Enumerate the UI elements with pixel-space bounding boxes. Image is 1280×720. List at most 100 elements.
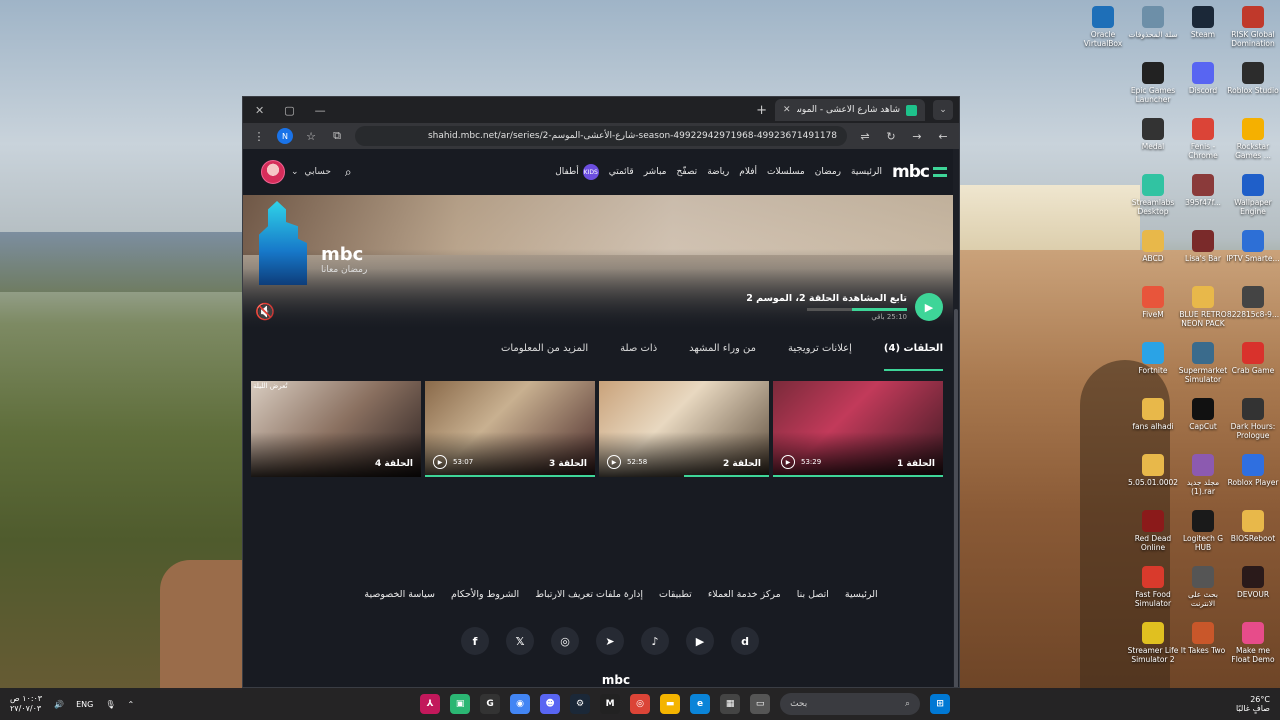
desktop-icon[interactable]: Medal <box>1126 114 1180 151</box>
tab-episodes[interactable]: الحلقات (4) <box>883 343 943 371</box>
telegram-icon[interactable]: ➤ <box>596 627 624 655</box>
nav-home[interactable]: الرئيسية <box>851 167 882 177</box>
footer-link[interactable]: سياسة الخصوصية <box>364 589 435 600</box>
reload-icon[interactable]: ↻ <box>883 130 899 143</box>
play-icon[interactable]: ▶ <box>607 455 621 469</box>
desktop-icon[interactable]: بحث على الانترنت <box>1176 562 1230 608</box>
footer-link[interactable]: الرئيسية <box>845 589 878 600</box>
nav-series[interactable]: مسلسلات <box>767 167 805 177</box>
desktop-icon[interactable]: CapCut <box>1176 394 1230 431</box>
episode-card[interactable]: الحلقة 2 ▶ 52:58 <box>599 381 769 477</box>
taskbar-chrome-profile-icon[interactable]: ◉ <box>510 694 531 714</box>
dailymotion-icon[interactable]: d <box>731 627 759 655</box>
nav-live[interactable]: مباشر <box>644 167 667 177</box>
close-tab-icon[interactable]: ✕ <box>783 105 791 115</box>
language-indicator[interactable]: ENG <box>76 700 93 709</box>
instagram-icon[interactable]: ◎ <box>551 627 579 655</box>
desktop-icon[interactable]: ABCD <box>1126 226 1180 263</box>
desktop-icon[interactable]: Discord <box>1176 58 1230 95</box>
desktop-icon[interactable]: 5.05.01.0002 <box>1126 450 1180 487</box>
desktop-icon[interactable]: سلة المحذوفات <box>1126 2 1180 39</box>
taskbar-search[interactable]: ⌕ بحث <box>780 693 921 715</box>
desktop-icon[interactable]: Lisa's Bar <box>1176 226 1230 263</box>
desktop-icon[interactable]: Steam <box>1176 2 1230 39</box>
tab-search-button[interactable]: ⌄ <box>933 100 953 120</box>
taskbar-discord-icon[interactable]: ☻ <box>540 694 561 714</box>
desktop-icon[interactable]: Supermarket Simulator <box>1176 338 1230 384</box>
play-icon[interactable]: ▶ <box>781 455 795 469</box>
desktop-icon[interactable]: Fenis - Chrome <box>1176 114 1230 160</box>
x-twitter-icon[interactable]: 𝕏 <box>506 627 534 655</box>
back-icon[interactable]: ← <box>935 130 951 143</box>
tiktok-icon[interactable]: ♪ <box>641 627 669 655</box>
footer-link[interactable]: مركز خدمة العملاء <box>708 589 781 600</box>
taskbar-steam-icon[interactable]: ⚙ <box>570 694 591 714</box>
taskbar-chrome-icon[interactable]: ◎ <box>630 694 651 714</box>
clock[interactable]: ١٠:٠٣ ص ٢٧/٠٧/٠٣ <box>10 694 42 714</box>
taskbar-streamlabs-icon[interactable]: ▣ <box>450 694 471 714</box>
desktop-icon[interactable]: Epic Games Launcher <box>1126 58 1180 104</box>
desktop-icon[interactable]: مجلد جديد (1).rar <box>1176 450 1230 496</box>
page-scrollbar[interactable] <box>953 149 959 687</box>
mbc-logo[interactable]: mbc <box>892 162 947 182</box>
close-window-icon[interactable]: ✕ <box>255 104 264 117</box>
desktop-icon[interactable]: Streamer Life Simulator 2 <box>1126 618 1180 664</box>
desktop-icon[interactable]: 822815c8-9... <box>1226 282 1280 319</box>
taskbar-edge-icon[interactable]: e <box>690 694 711 714</box>
desktop-icon[interactable]: Fast Food Simulator <box>1126 562 1180 608</box>
desktop-icon[interactable]: It Takes Two <box>1176 618 1230 655</box>
chevron-up-icon[interactable]: ⌃ <box>127 700 134 709</box>
episode-card[interactable]: الحلقة 1 ▶ 53:29 <box>773 381 943 477</box>
profile-button[interactable]: N <box>277 128 293 144</box>
tab-behind-scenes[interactable]: من وراء المشهد <box>689 343 756 371</box>
footer-link[interactable]: إدارة ملفات تعريف الارتباط <box>535 589 643 600</box>
desktop-icon[interactable]: 395f47f... <box>1176 170 1230 207</box>
taskbar-file-explorer-icon[interactable]: ▬ <box>660 694 681 714</box>
desktop-icon[interactable]: Wallpaper Engine <box>1226 170 1280 216</box>
taskbar-fivem-icon[interactable]: ⅄ <box>420 694 441 714</box>
nav-movies[interactable]: أفلام <box>739 167 757 177</box>
desktop-icon[interactable]: Fortnite <box>1126 338 1180 375</box>
site-settings-icon[interactable]: ⇌ <box>857 130 873 143</box>
microphone-icon[interactable]: 🎙 <box>105 700 115 709</box>
forward-icon[interactable]: → <box>909 130 925 143</box>
desktop-icon[interactable]: BLUE RETRO NEON PACK <box>1176 282 1230 328</box>
desktop-icon[interactable]: FiveM <box>1126 282 1180 319</box>
footer-link[interactable]: الشروط والأحكام <box>451 589 519 600</box>
taskbar-store-icon[interactable]: ▦ <box>720 694 741 714</box>
minimize-window-icon[interactable]: — <box>315 104 326 117</box>
desktop-icon[interactable]: IPTV Smarte... <box>1226 226 1280 263</box>
desktop-icon[interactable]: Oracle VirtualBox <box>1076 2 1130 48</box>
episode-card[interactable]: الحلقة 4 تُعرض الليلة <box>251 381 421 477</box>
start-windows-icon[interactable]: ⊞ <box>930 694 951 714</box>
new-tab-button[interactable]: + <box>756 103 767 118</box>
episode-card[interactable]: الحلقة 3 ▶ 53:07 <box>425 381 595 477</box>
desktop-icon[interactable]: Rockstar Games ... <box>1226 114 1280 160</box>
nav-my-list[interactable]: قائمتي <box>609 167 634 177</box>
footer-link[interactable]: اتصل بنا <box>797 589 829 600</box>
mute-icon[interactable]: 🔇 <box>255 302 275 321</box>
desktop-icon[interactable]: Crab Game <box>1226 338 1280 375</box>
bookmark-star-icon[interactable]: ☆ <box>303 130 319 143</box>
taskbar-medal-icon[interactable]: M <box>600 694 621 714</box>
taskbar-app-icon[interactable]: G <box>480 694 501 714</box>
search-icon[interactable]: ⌕ <box>345 165 352 180</box>
continue-watching[interactable]: ▶ تابع المشاهدة الحلقة 2، الموسم 2 25:10… <box>746 293 943 321</box>
account-menu[interactable]: ⌄ حسابي <box>261 160 331 184</box>
play-icon[interactable]: ▶ <box>433 455 447 469</box>
nav-sports[interactable]: رياضة <box>707 167 729 177</box>
tab-related[interactable]: ذات صلة <box>620 343 657 371</box>
address-bar[interactable]: shahid.mbc.net/ar/series/2-شارع-الأعشى-ا… <box>355 126 847 146</box>
weather-widget[interactable]: 26°C صافٍ غالبًا <box>1236 695 1270 713</box>
desktop-icon[interactable]: Roblox Player <box>1226 450 1280 487</box>
desktop-icon[interactable]: BIOSReboot <box>1226 506 1280 543</box>
desktop-icon[interactable]: Logitech G HUB <box>1176 506 1230 552</box>
browser-tab[interactable]: شاهد شارع الأعشى - الموسم 2 | ... ✕ <box>775 99 925 121</box>
volume-icon[interactable]: 🔊 <box>54 700 64 709</box>
desktop-icon[interactable]: Roblox Studio <box>1226 58 1280 95</box>
share-icon[interactable]: ⧉ <box>329 129 345 143</box>
nav-browse[interactable]: تصفّح <box>677 167 698 177</box>
desktop-icon[interactable]: Red Dead Online <box>1126 506 1180 552</box>
desktop-icon[interactable]: fans alhadi <box>1126 394 1180 431</box>
maximize-window-icon[interactable]: ▢ <box>284 104 294 117</box>
